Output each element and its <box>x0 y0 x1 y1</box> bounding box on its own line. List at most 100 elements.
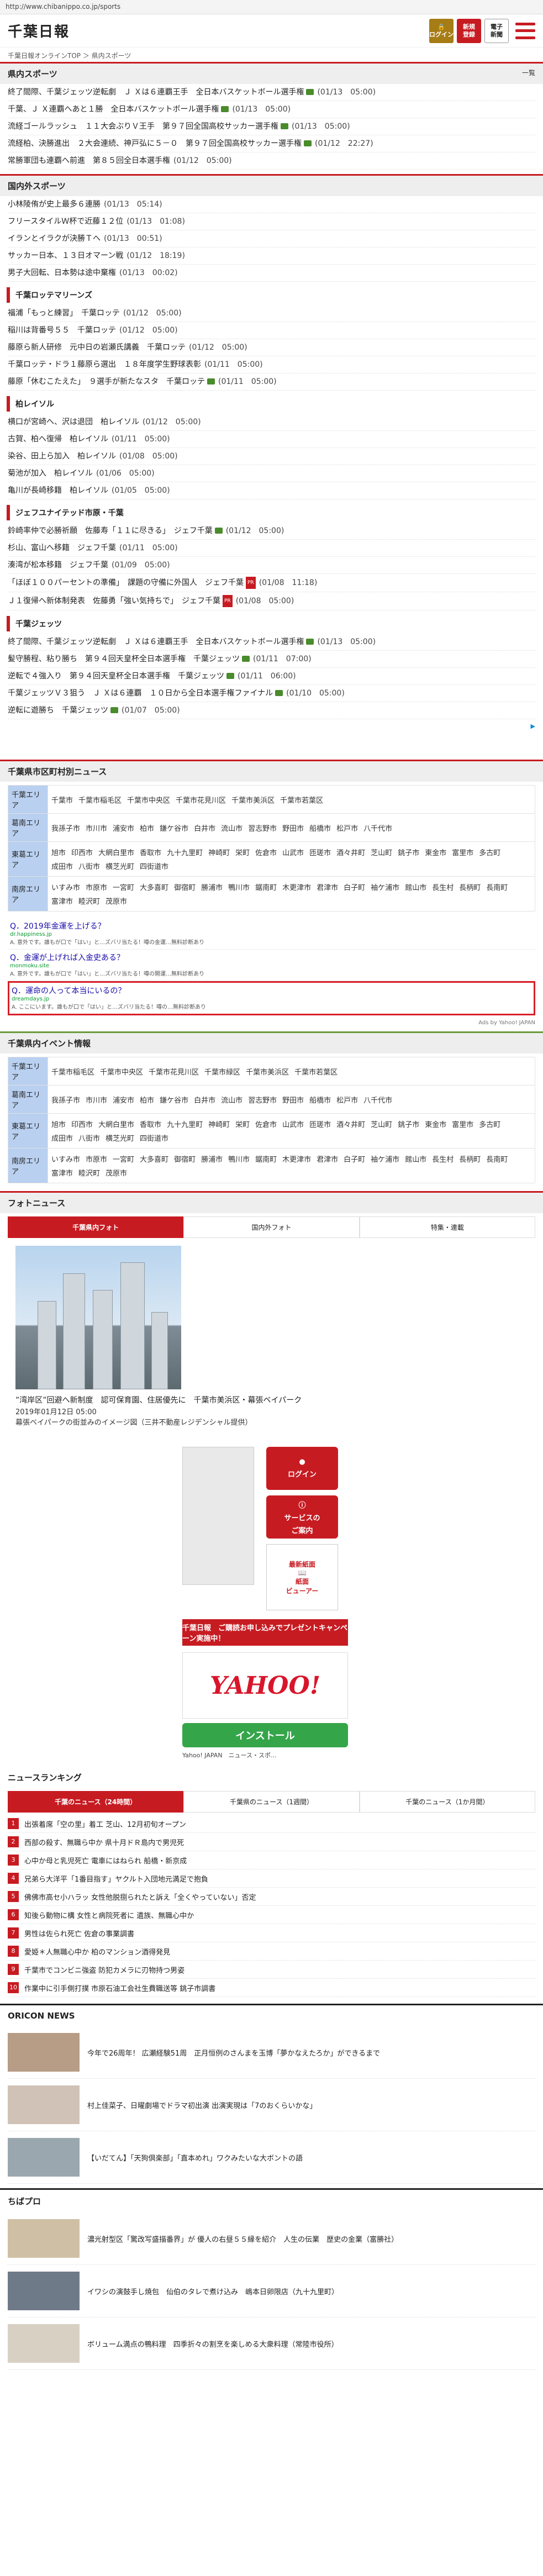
city-link[interactable]: 栄町 <box>235 847 250 857</box>
city-link[interactable]: 我孫子市 <box>51 1094 80 1105</box>
city-link[interactable]: 長生村 <box>432 1153 454 1164</box>
city-link[interactable]: いすみ市 <box>51 1153 80 1164</box>
city-link[interactable]: 流山市 <box>221 823 242 833</box>
news-item[interactable]: 福浦「もっと練習」 千葉ロッテ (01/12 05:00) <box>8 305 535 322</box>
city-link[interactable]: 鋸南町 <box>255 882 277 892</box>
subsection-title[interactable]: ジェフユナイテッド市原・千葉 <box>7 505 536 520</box>
city-link[interactable]: 御宿町 <box>174 1153 196 1164</box>
news-item[interactable]: 横口が宮崎へ、沢は退団 柏レイソル (01/12 05:00) <box>8 414 535 431</box>
hamburger-menu-icon[interactable] <box>515 22 535 39</box>
city-link[interactable]: 富里市 <box>452 1119 473 1129</box>
ranking-item[interactable]: 10 作業中に引手側打撲 市原石油工会社生費職送等 銚子市調書 <box>8 1979 535 1997</box>
city-link[interactable]: 浦安市 <box>113 823 134 833</box>
city-link[interactable]: 横芝光町 <box>106 1132 134 1143</box>
news-item[interactable]: 常勝軍団も連覇へ前進 第８５回全日本選手権 (01/12 05:00) <box>8 152 535 170</box>
ranking-item[interactable]: 5 佛佛市高セ小ハラッ 女性他脱捌られたと訴え「全くやっていない」否定 <box>8 1888 535 1906</box>
city-link[interactable]: 千葉市美浜区 <box>246 1066 289 1077</box>
city-link[interactable]: 東金市 <box>425 1119 446 1129</box>
city-link[interactable]: 神崎町 <box>208 847 230 857</box>
tab-24h[interactable]: 千葉のニュース（24時間） <box>8 1791 184 1813</box>
city-link[interactable]: 栄町 <box>235 1119 250 1129</box>
ranking-item[interactable]: 7 男性は佐られ死亡 佐倉の事業調書 <box>8 1924 535 1942</box>
ad-item[interactable]: Q．金運が上げれば入金史ある？ monmoku.site A. 意外です。誰もが… <box>8 950 535 981</box>
city-link[interactable]: 鎌ケ谷市 <box>160 1094 188 1105</box>
news-item[interactable]: 流経柏、決勝進出 ２大会連続、神戸弘に５－０ 第９７回全国高校サッカー選手権 (0… <box>8 135 535 152</box>
register-button[interactable]: 新規 登録 <box>457 18 481 43</box>
city-link[interactable]: 君津市 <box>317 1153 338 1164</box>
city-link[interactable]: 野田市 <box>282 823 304 833</box>
city-link[interactable]: 松戸市 <box>336 1094 358 1105</box>
city-link[interactable]: 鴨川市 <box>228 1153 250 1164</box>
city-link[interactable]: 多古町 <box>479 1119 500 1129</box>
news-item[interactable]: 小林陵侑が史上最多６連勝 (01/13 05:14) <box>8 196 535 213</box>
service-info-button[interactable]: ⓘ サービスの ご案内 <box>266 1495 338 1539</box>
city-link[interactable]: 酒々井町 <box>336 847 365 857</box>
more-link[interactable]: 一覧 <box>522 68 535 80</box>
news-item[interactable]: 菊池が加入 柏レイソル (01/06 05:00) <box>8 465 535 482</box>
city-link[interactable]: 君津市 <box>317 882 338 892</box>
city-link[interactable]: 山武市 <box>282 847 304 857</box>
ranking-item[interactable]: 4 兄弟ら大洋平「1番目指す」ヤクルト入団地元満足で抱負 <box>8 1869 535 1888</box>
city-link[interactable]: 白子町 <box>344 1153 365 1164</box>
news-item[interactable]: 稲川は背番号５５ 千葉ロッテ (01/12 05:00) <box>8 322 535 339</box>
city-link[interactable]: 袖ケ浦市 <box>371 1153 399 1164</box>
login-button[interactable]: 🔒 ログイン <box>429 18 454 43</box>
city-link[interactable]: 千葉市稲毛区 <box>78 794 122 805</box>
campaign-banner[interactable]: 千葉日報 ご購読お申し込みでプレゼントキャンペーン実施中！ <box>182 1619 348 1646</box>
news-item[interactable]: フリースタイルＷ杯で近藤１２位 (01/13 01:08) <box>8 213 535 230</box>
city-link[interactable]: 旭市 <box>51 847 66 857</box>
ad-item[interactable]: Q．2019年金運を上げる？ dr.happiness.jp A. 意外です。誰… <box>8 918 535 950</box>
chibapro-item[interactable]: ボリューム満点の鴨料理 四季折々の割烹を楽しめる大衆料理（常陸市役所） <box>8 2317 535 2370</box>
news-item[interactable]: 藤原「休むこたえた」 ９選手が新たなスタ 千葉ロッテ (01/11 05:00) <box>8 373 535 391</box>
city-link[interactable]: 長柄町 <box>459 1153 481 1164</box>
install-button[interactable]: インストール <box>182 1723 348 1747</box>
news-item[interactable]: 湊湾が松本移籍 ジェフ千葉 (01/09 05:00) <box>8 557 535 574</box>
subsection-title[interactable]: 柏レイソル <box>7 396 536 412</box>
news-item[interactable]: 亀川が長崎移籍 柏レイソル (01/05 05:00) <box>8 482 535 499</box>
news-item[interactable]: 逆転で４強入り 第９４回天皇杯全日本選手権 千葉ジェッツ (01/11 06:00… <box>8 668 535 685</box>
news-item[interactable]: 千葉ジェッツＶ３狙う Ｊ Ｘは６連覇 １０日から全日本選手権ファイナル (01/1… <box>8 685 535 702</box>
city-link[interactable]: 八街市 <box>78 861 100 871</box>
ranking-item[interactable]: 8 愛姫＊人無職心中か 柏のマンション酒得発見 <box>8 1942 535 1961</box>
city-link[interactable]: 一宮町 <box>113 882 134 892</box>
city-link[interactable]: 長南町 <box>486 1153 508 1164</box>
news-item[interactable]: 逆転に遊勝ち 千葉ジェッツ (01/07 05:00) <box>8 702 535 719</box>
tab-domestic-photo[interactable]: 国内外フォト <box>183 1216 360 1238</box>
photo-image[interactable] <box>15 1246 181 1389</box>
news-item[interactable]: 杉山、富山へ移籍 ジェフ千葉 (01/11 05:00) <box>8 540 535 557</box>
city-link[interactable]: 佐倉市 <box>255 847 277 857</box>
city-link[interactable]: 八街市 <box>78 1132 100 1143</box>
city-link[interactable]: 一宮町 <box>113 1153 134 1164</box>
city-link[interactable]: 千葉市若葉区 <box>280 794 323 805</box>
city-link[interactable]: 香取市 <box>140 847 161 857</box>
city-link[interactable]: 千葉市中央区 <box>127 794 170 805</box>
city-link[interactable]: 千葉市花見川区 <box>176 794 226 805</box>
city-link[interactable]: いすみ市 <box>51 882 80 892</box>
photo-headline[interactable]: ”湾岸区”回避へ新制度 認可保育園、住居優先に 千葉市美浜区・幕張ベイパーク <box>15 1395 358 1406</box>
city-link[interactable]: 館山市 <box>405 1153 426 1164</box>
city-link[interactable]: 千葉市花見川区 <box>149 1066 199 1077</box>
city-link[interactable]: 四街道市 <box>140 861 168 871</box>
city-link[interactable]: 大多喜町 <box>140 1153 168 1164</box>
tab-1week[interactable]: 千葉県のニュース（1週間） <box>183 1791 360 1813</box>
city-link[interactable]: 勝浦市 <box>201 882 223 892</box>
subsection-title[interactable]: 千葉ジェッツ <box>7 616 536 631</box>
city-link[interactable]: 市原市 <box>86 882 107 892</box>
tab-1month[interactable]: 千葉のニュース（1か月間） <box>359 1791 535 1813</box>
city-link[interactable]: 木更津市 <box>282 882 311 892</box>
ad-item-highlighted[interactable]: Q．運命の人って本当にいるの？ dreamdays.jp A. ここにいます。誰… <box>8 981 535 1015</box>
city-link[interactable]: 柏市 <box>140 1094 154 1105</box>
city-link[interactable]: 習志野市 <box>248 823 277 833</box>
chibapro-item[interactable]: イワシの演鼓手し焼包 仙伯のタレで煮け込み 嶋本日卵限店（九十九里町） <box>8 2265 535 2317</box>
city-link[interactable]: 神崎町 <box>208 1119 230 1129</box>
city-link[interactable]: 佐倉市 <box>255 1119 277 1129</box>
city-link[interactable]: 勝浦市 <box>201 1153 223 1164</box>
photo-news-item[interactable]: ”湾岸区”回避へ新制度 認可保育園、住居優先に 千葉市美浜区・幕張ベイパーク 2… <box>0 1238 543 1435</box>
city-link[interactable]: 四街道市 <box>140 1132 168 1143</box>
news-item[interactable]: Ｊ１復帰へ新体制発表 佐藤勇「強い気持ちで」 ジェフ千葉 PR (01/08 05:… <box>8 592 535 610</box>
news-item[interactable]: 男子大回転、日本勢は途中棄権 (01/13 00:02) <box>8 265 535 282</box>
city-link[interactable]: 白井市 <box>194 823 215 833</box>
promo-login-button[interactable]: ● ログイン <box>266 1447 338 1490</box>
city-link[interactable]: 千葉市美浜区 <box>231 794 275 805</box>
city-link[interactable]: 長生村 <box>432 882 454 892</box>
